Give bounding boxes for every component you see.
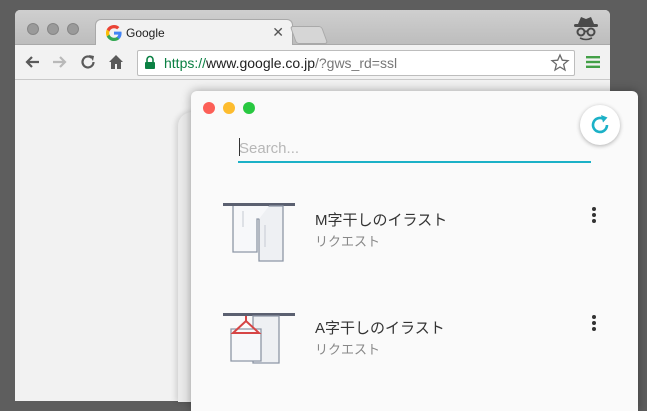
more-options-icon[interactable] (589, 207, 599, 227)
window-zoom-button[interactable] (67, 23, 79, 35)
window-minimize-button[interactable] (47, 23, 59, 35)
new-tab-button[interactable] (289, 26, 329, 44)
tab-strip: Google ✕ (15, 10, 610, 46)
back-arrow-icon[interactable] (23, 53, 41, 71)
home-icon[interactable] (107, 53, 125, 71)
lock-icon (145, 55, 155, 69)
search-input[interactable] (238, 135, 591, 163)
text-caret (239, 138, 240, 156)
tab-google[interactable]: Google ✕ (95, 19, 293, 46)
bookmark-star-icon[interactable] (550, 53, 570, 73)
url-host: www.google.co.jp (206, 55, 315, 71)
more-options-icon[interactable] (589, 315, 599, 335)
tab-close-icon[interactable]: ✕ (272, 24, 284, 40)
list-item[interactable]: A字干しのイラスト リクエスト (221, 305, 611, 377)
laundry-m-dry-icon (223, 203, 295, 262)
google-favicon-icon (106, 25, 122, 41)
item-title: A字干しのイラスト (315, 320, 445, 337)
reload-icon[interactable] (79, 53, 97, 71)
browser-toolbar: https://www.google.co.jp/?gws_rd=ssl (15, 45, 610, 80)
app-zoom-button[interactable] (243, 102, 255, 114)
list-item[interactable]: M字干しのイラスト リクエスト (221, 197, 611, 269)
item-subtitle: リクエスト (315, 342, 381, 357)
forward-arrow-icon[interactable] (51, 53, 69, 71)
url-path: /?gws_rd=ssl (314, 55, 398, 71)
address-bar[interactable]: https://www.google.co.jp/?gws_rd=ssl (137, 50, 575, 76)
incognito-icon (574, 17, 598, 41)
app-minimize-button[interactable] (223, 102, 235, 114)
chrome-menu-icon[interactable] (586, 55, 600, 69)
item-subtitle: リクエスト (315, 234, 381, 249)
url-scheme: https:// (164, 55, 207, 71)
tab-title: Google (126, 26, 165, 40)
refresh-icon (591, 115, 609, 134)
window-close-button[interactable] (27, 23, 39, 35)
app-close-button[interactable] (203, 102, 215, 114)
item-title: M字干しのイラスト (315, 212, 448, 229)
app-window: M字干しのイラスト リクエスト A字干しのイラスト リクエスト (191, 91, 638, 411)
laundry-a-dry-hanger-icon (223, 313, 295, 364)
url-text: https://www.google.co.jp/?gws_rd=ssl (164, 55, 397, 71)
